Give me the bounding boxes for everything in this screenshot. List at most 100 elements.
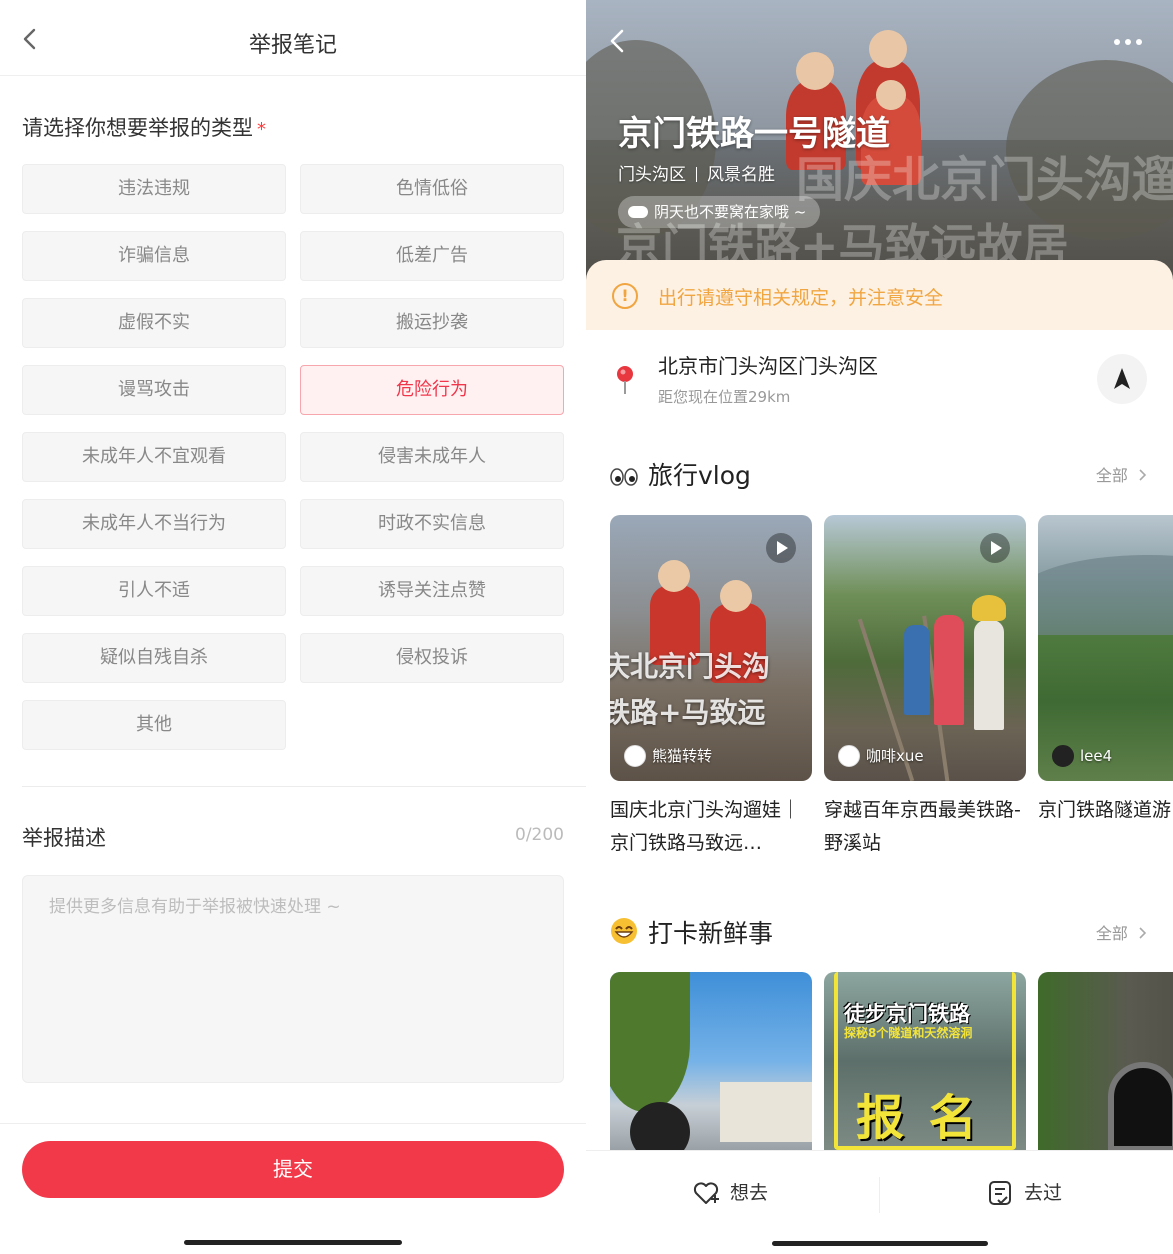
hero-image: 国庆北京门头沟遛娃 京门铁路+马致远故居 京门铁路一号隧道 门头沟区风景名胜 阴… <box>586 0 1173 300</box>
chevron-right-icon <box>1139 927 1147 939</box>
avatar <box>1052 745 1074 767</box>
checkin-section-header: 打卡新鲜事 <box>610 914 773 950</box>
avatar <box>624 745 646 767</box>
card-person-head <box>720 580 752 612</box>
author-name: lee4 <box>1080 747 1113 765</box>
eyes-emoji-icon <box>610 468 638 486</box>
play-icon <box>980 533 1010 563</box>
report-type-option[interactable]: 危险行为 <box>300 365 564 415</box>
card-hat <box>972 595 1006 621</box>
home-indicator <box>772 1241 988 1246</box>
report-type-option[interactable]: 虚假不实 <box>22 298 286 348</box>
want-to-go-button[interactable]: 想去 <box>692 1173 768 1213</box>
meta-separator <box>696 167 697 182</box>
warning-icon: ! <box>612 283 638 309</box>
back-arrow-icon[interactable] <box>604 26 632 56</box>
place-meta: 门头沟区 风景名胜 <box>618 160 775 185</box>
place-district: 门头沟区 <box>618 165 686 185</box>
location-pin-icon <box>617 366 633 394</box>
checkin-card[interactable] <box>610 972 812 1150</box>
report-type-option[interactable]: 诱导关注点赞 <box>300 566 564 616</box>
navigate-button[interactable] <box>1097 354 1147 404</box>
bottom-action-bar: 想去 去过 <box>586 1150 1173 1254</box>
play-icon <box>766 533 796 563</box>
checkin-see-all-link[interactable]: 全部 <box>1096 920 1147 944</box>
vlog-card[interactable]: lee4 <box>1038 515 1173 781</box>
safety-notice-text: 出行请遵守相关规定，并注意安全 <box>658 287 944 309</box>
checkin-card[interactable] <box>1038 972 1173 1150</box>
card-overlay-text: 庆北京门头沟 <box>610 650 771 683</box>
been-there-button[interactable]: 去过 <box>986 1173 1062 1213</box>
cloud-icon <box>628 206 648 218</box>
card-author: lee4 <box>1052 745 1112 767</box>
vlog-section-header: 旅行vlog <box>610 456 751 492</box>
description-char-count: 0/200 <box>515 825 564 845</box>
description-label: 举报描述 <box>22 826 106 850</box>
report-type-option[interactable]: 低差广告 <box>300 231 564 281</box>
see-all-label: 全部 <box>1095 466 1128 485</box>
report-type-option[interactable]: 侵权投诉 <box>300 633 564 683</box>
place-detail-page: 国庆北京门头沟遛娃 京门铁路+马致远故居 京门铁路一号隧道 门头沟区风景名胜 阴… <box>586 0 1173 1254</box>
report-type-option[interactable]: 搬运抄袭 <box>300 298 564 348</box>
weather-tip-pill: 阴天也不要窝在家哦 ~ <box>618 196 821 228</box>
card-person <box>974 620 1004 730</box>
safety-notice-banner: ! 出行请遵守相关规定，并注意安全 <box>586 260 1173 330</box>
report-type-option[interactable]: 侵害未成年人 <box>300 432 564 482</box>
author-name: 熊猫转转 <box>652 747 713 765</box>
card-person <box>934 615 964 725</box>
vlog-card-title[interactable]: 京门铁路隧道游 <box>1038 794 1173 827</box>
distance-text: 距您现在位置29km <box>658 388 791 406</box>
more-options-icon[interactable] <box>1113 38 1143 46</box>
report-type-option[interactable]: 未成年人不宜观看 <box>22 432 286 482</box>
report-type-option[interactable]: 色情低俗 <box>300 164 564 214</box>
report-type-option[interactable]: 诈骗信息 <box>22 231 286 281</box>
submit-button[interactable]: 提交 <box>22 1141 564 1198</box>
vlog-card[interactable]: 庆北京门头沟 铁路+马致远 熊猫转转 <box>610 515 812 781</box>
grinning-emoji-icon <box>611 918 637 944</box>
vlog-see-all-link[interactable]: 全部 <box>1096 462 1147 486</box>
avatar <box>838 745 860 767</box>
report-type-option[interactable]: 引人不适 <box>22 566 286 616</box>
see-all-label: 全部 <box>1095 924 1128 943</box>
card-person <box>904 625 930 715</box>
checkin-section-title: 打卡新鲜事 <box>648 919 774 948</box>
been-there-label: 去过 <box>1024 1182 1063 1204</box>
card-mountain <box>1038 555 1173 635</box>
card-banner-subtitle: 探秘8个隧道和天然溶洞 <box>844 1026 973 1040</box>
vlog-card[interactable]: 咖啡xue <box>824 515 1026 781</box>
heart-plus-icon <box>693 1182 719 1204</box>
report-type-option[interactable]: 其他 <box>22 700 286 750</box>
want-to-go-label: 想去 <box>730 1182 769 1204</box>
vlog-section-title: 旅行vlog <box>648 461 751 490</box>
author-name: 咖啡xue <box>866 747 924 765</box>
place-title: 京门铁路一号隧道 <box>618 114 890 154</box>
checkin-card[interactable]: 徒步京门铁路 探秘8个隧道和天然溶洞 报 名 <box>824 972 1026 1150</box>
report-type-option[interactable]: 未成年人不当行为 <box>22 499 286 549</box>
location-row[interactable]: 北京市门头沟区门头沟区 距您现在位置29km <box>586 330 1173 430</box>
report-type-option[interactable]: 违法违规 <box>22 164 286 214</box>
report-type-heading: 请选择你想要举报的类型 * <box>22 112 266 142</box>
weather-tip-text: 阴天也不要窝在家哦 ~ <box>654 203 807 221</box>
vlog-card-title[interactable]: 穿越百年京西最美铁路-野溪站 <box>824 794 1028 860</box>
card-hand <box>630 1102 690 1150</box>
divider <box>879 1177 880 1213</box>
report-nav-bar: 举报笔记 <box>0 0 586 76</box>
report-type-option[interactable]: 谩骂攻击 <box>22 365 286 415</box>
report-type-heading-text: 请选择你想要举报的类型 <box>22 116 253 140</box>
page-title: 举报笔记 <box>248 33 337 58</box>
divider <box>22 786 586 787</box>
description-textarea[interactable] <box>22 875 564 1083</box>
place-category: 风景名胜 <box>707 165 775 185</box>
navigation-arrow-icon <box>1114 368 1130 389</box>
report-page: 举报笔记 请选择你想要举报的类型 * 违法违规 色情低俗 诈骗信息 低差广告 虚假不实 搬运… <box>0 0 586 1254</box>
required-mark: * <box>257 119 266 140</box>
chevron-right-icon <box>1139 469 1147 481</box>
card-building <box>720 1082 812 1142</box>
vlog-card-title[interactable]: 国庆北京门头沟遛娃｜京门铁路马致远… <box>610 794 814 860</box>
report-type-option[interactable]: 时政不实信息 <box>300 499 564 549</box>
hero-person-head <box>869 30 907 68</box>
card-tree <box>610 972 690 1112</box>
report-type-option[interactable]: 疑似自残自杀 <box>22 633 286 683</box>
address-text: 北京市门头沟区门头沟区 <box>658 354 878 378</box>
card-person-head <box>658 560 690 592</box>
